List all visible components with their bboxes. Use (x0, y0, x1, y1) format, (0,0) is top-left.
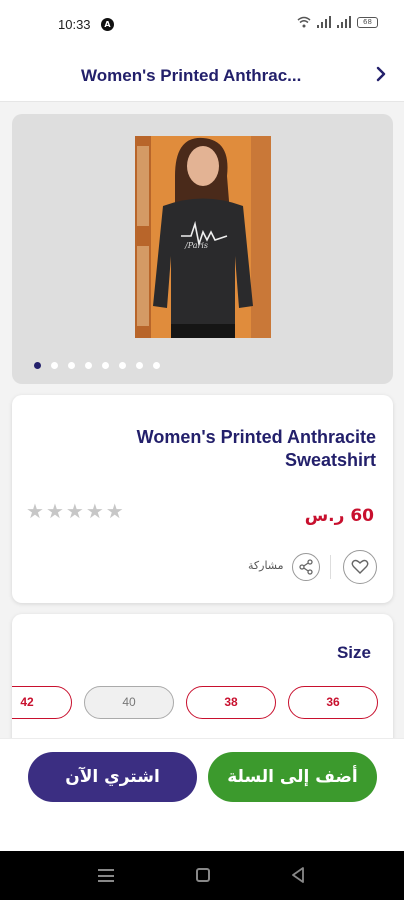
size-option-40[interactable]: 40 (84, 686, 174, 719)
rating-stars[interactable]: ★ ★ ★ ★ ★ (26, 501, 124, 521)
product-info-card: Women's Printed Anthracite Sweatshirt ★ ★… (12, 395, 393, 603)
share-icon (299, 559, 313, 575)
home-icon[interactable] (196, 868, 210, 882)
carousel-dot[interactable] (68, 362, 75, 369)
size-option-36[interactable]: 36 (288, 686, 378, 719)
carousel-dots[interactable] (34, 362, 160, 369)
signal-icon-2 (337, 16, 351, 28)
share-button[interactable] (292, 553, 320, 581)
favorite-button[interactable] (343, 550, 377, 584)
buy-now-button[interactable]: اشتري الآن (28, 752, 197, 802)
star-icon[interactable]: ★ (46, 501, 64, 521)
size-option-42[interactable]: 42 (12, 686, 72, 719)
heart-icon (351, 559, 369, 574)
status-time: 10:33 (58, 17, 91, 32)
image-gallery[interactable]: /Paris (12, 114, 393, 384)
system-nav-bar (0, 851, 404, 900)
star-icon[interactable]: ★ (26, 501, 44, 521)
carousel-dot[interactable] (119, 362, 126, 369)
carousel-dot[interactable] (153, 362, 160, 369)
divider (330, 555, 331, 579)
recent-apps-icon[interactable] (98, 869, 114, 882)
carousel-dot[interactable] (136, 362, 143, 369)
carousel-dot[interactable] (102, 362, 109, 369)
carousel-dot[interactable] (51, 362, 58, 369)
page-title: Women's Printed Anthrac... (81, 66, 302, 85)
notification-a-icon: A (101, 18, 114, 31)
star-icon[interactable]: ★ (66, 501, 84, 521)
product-price: 60 ر.س (304, 506, 374, 526)
size-selector-card: Size 36 38 40 42 (12, 614, 393, 754)
app-header: Women's Printed Anthrac... (0, 50, 404, 102)
battery-icon: 68 (357, 16, 378, 28)
share-label[interactable]: مشاركة (248, 559, 284, 572)
add-to-cart-button[interactable]: أضف إلى السلة (208, 752, 377, 802)
status-icons: 68 (297, 16, 378, 28)
wifi-icon (297, 16, 311, 28)
back-icon[interactable] (291, 867, 305, 883)
size-option-38[interactable]: 38 (186, 686, 276, 719)
bottom-action-bar: اشتري الآن أضف إلى السلة (0, 738, 404, 851)
back-chevron-icon[interactable] (372, 62, 392, 86)
size-options: 36 38 40 42 (12, 686, 393, 720)
signal-icon (317, 16, 331, 28)
star-icon[interactable]: ★ (106, 501, 124, 521)
status-bar: 10:33 A 68 (0, 0, 404, 50)
carousel-dot[interactable] (34, 362, 41, 369)
size-title: Size (336, 643, 371, 662)
star-icon[interactable]: ★ (86, 501, 104, 521)
print-text: /Paris (184, 241, 208, 250)
product-name: Women's Printed Anthracite Sweatshirt (136, 427, 376, 470)
product-image: /Paris (135, 136, 271, 338)
carousel-dot[interactable] (85, 362, 92, 369)
